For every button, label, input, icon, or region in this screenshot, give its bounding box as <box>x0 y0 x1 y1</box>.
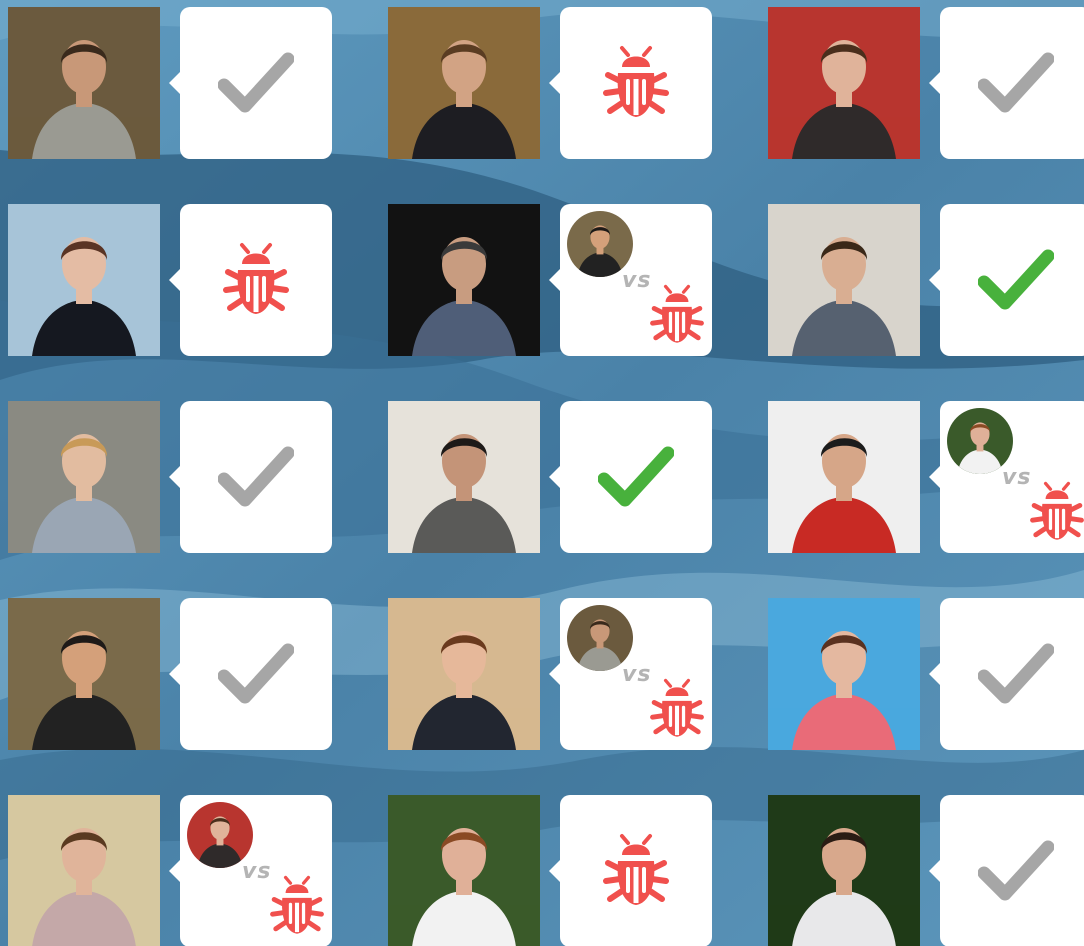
bug-icon <box>266 875 328 937</box>
user-photo[interactable] <box>768 598 920 750</box>
bug-icon <box>646 284 708 346</box>
user-photo[interactable] <box>8 7 160 159</box>
result-bubble-pass[interactable] <box>169 7 332 159</box>
result-bubble-pass[interactable] <box>929 795 1084 946</box>
user-photo[interactable] <box>768 204 920 356</box>
wave-background <box>0 0 1084 946</box>
result-bubble-pass[interactable] <box>929 598 1084 750</box>
check-icon <box>598 439 674 515</box>
user-photo[interactable] <box>8 401 160 553</box>
user-photo[interactable] <box>388 401 540 553</box>
result-bubble-pass[interactable] <box>929 204 1084 356</box>
result-bubble-bug[interactable] <box>169 204 332 356</box>
result-bubble-versus[interactable]: vs <box>169 795 332 946</box>
user-photo[interactable] <box>388 795 540 946</box>
bug-icon <box>1026 481 1084 543</box>
bug-icon <box>218 242 294 318</box>
user-photo[interactable] <box>388 598 540 750</box>
match-results-board: vs vs vs vs <box>0 0 1084 946</box>
result-bubble-pass[interactable] <box>929 7 1084 159</box>
result-bubble-bug[interactable] <box>549 795 712 946</box>
user-photo[interactable] <box>388 204 540 356</box>
user-photo[interactable] <box>768 7 920 159</box>
bug-icon <box>598 833 674 909</box>
user-photo[interactable] <box>768 401 920 553</box>
check-icon <box>978 45 1054 121</box>
bug-icon <box>646 678 708 740</box>
check-icon <box>218 636 294 712</box>
user-photo[interactable] <box>8 204 160 356</box>
check-icon <box>978 636 1054 712</box>
result-bubble-pass[interactable] <box>549 401 712 553</box>
result-bubble-pass[interactable] <box>169 401 332 553</box>
user-photo[interactable] <box>768 795 920 946</box>
result-bubble-versus[interactable]: vs <box>549 204 712 356</box>
check-icon <box>978 242 1054 318</box>
check-icon <box>218 439 294 515</box>
user-photo[interactable] <box>388 7 540 159</box>
user-photo[interactable] <box>8 598 160 750</box>
result-bubble-pass[interactable] <box>169 598 332 750</box>
result-bubble-versus[interactable]: vs <box>929 401 1084 553</box>
bug-icon <box>598 45 674 121</box>
user-photo[interactable] <box>8 795 160 946</box>
check-icon <box>218 45 294 121</box>
result-bubble-bug[interactable] <box>549 7 712 159</box>
result-bubble-versus[interactable]: vs <box>549 598 712 750</box>
check-icon <box>978 833 1054 909</box>
